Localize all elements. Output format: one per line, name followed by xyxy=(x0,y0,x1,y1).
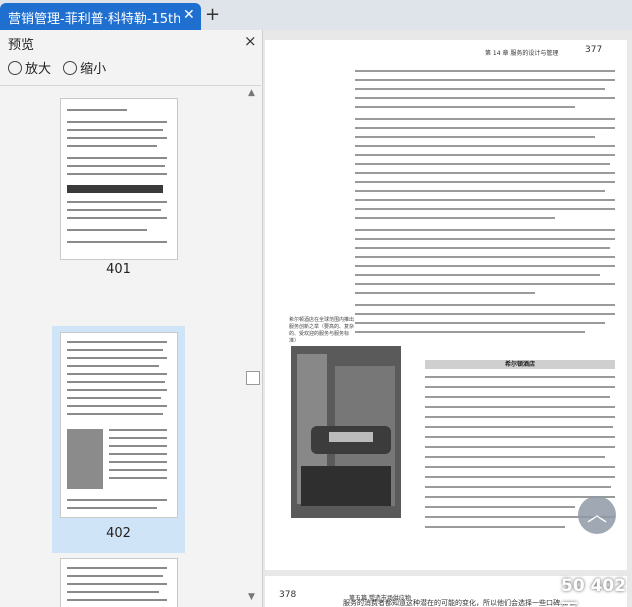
hotel-photo xyxy=(291,346,401,518)
next-page-text: 服务的消费者都知道这种潜在的可能的变化，所以他们会选择一些口碑... xyxy=(343,599,567,607)
thumbnail-page-image xyxy=(60,332,178,518)
sidebar-title: 预览 xyxy=(8,38,35,53)
new-tab-button[interactable]: + xyxy=(205,4,220,25)
zoom-in-label: 放大 xyxy=(25,62,52,77)
document-tab[interactable]: 营销管理-菲利普·科特勒-15th.p ✕ xyxy=(0,3,201,30)
zoom-controls: 放大 缩小 xyxy=(8,58,114,77)
box-title: 希尔顿酒店 xyxy=(504,361,535,368)
tab-title: 营销管理-菲利普·科特勒-15th.p xyxy=(8,12,180,27)
thumbnail-label: 402 xyxy=(106,526,131,541)
scroll-to-top-button[interactable]: ︿ xyxy=(578,496,616,534)
scrollbar-thumb[interactable] xyxy=(246,371,260,385)
footer-page-number: 378 xyxy=(279,590,297,600)
thumbnail-label: 401 xyxy=(106,262,131,277)
preview-sidebar: 预览 × 放大 缩小 401 402 ▲ ▼ xyxy=(0,30,263,607)
photo-caption: 希尔顿酒店在全球范围内推出服务创新之举（要高的、复杂的、受欢迎的服务与服务标准） xyxy=(289,317,355,344)
document-view[interactable]: 第 14 章 服务的设计与管理 377 希尔顿酒店在全球范围内推出服务创新之举（… xyxy=(263,30,632,607)
thumbnail-page-image xyxy=(60,98,178,260)
page-number: 377 xyxy=(585,45,603,55)
pdf-page: 第 14 章 服务的设计与管理 377 希尔顿酒店在全球范围内推出服务创新之举（… xyxy=(265,40,627,570)
zoom-out-icon xyxy=(63,61,78,75)
watermark: 50 402页 xyxy=(561,576,627,607)
close-tab-icon[interactable]: ✕ xyxy=(183,7,195,23)
zoom-in-button[interactable]: 放大 xyxy=(8,58,51,77)
scroll-up-icon[interactable]: ▲ xyxy=(248,88,255,98)
tab-bar: 营销管理-菲利普·科特勒-15th.p ✕ + xyxy=(0,0,632,30)
thumbnail-list: 401 402 xyxy=(0,86,244,607)
close-sidebar-icon[interactable]: × xyxy=(244,32,257,50)
zoom-in-icon xyxy=(8,61,22,75)
zoom-out-button[interactable]: 缩小 xyxy=(63,58,106,77)
scroll-down-icon[interactable]: ▼ xyxy=(248,592,255,602)
sidebar-scrollbar[interactable]: ▲ ▼ xyxy=(244,86,261,607)
running-head: 第 14 章 服务的设计与管理 xyxy=(485,50,559,57)
zoom-out-label: 缩小 xyxy=(80,62,107,77)
thumbnail-page-image xyxy=(60,558,178,607)
chevron-up-icon: ︿ xyxy=(587,502,607,526)
